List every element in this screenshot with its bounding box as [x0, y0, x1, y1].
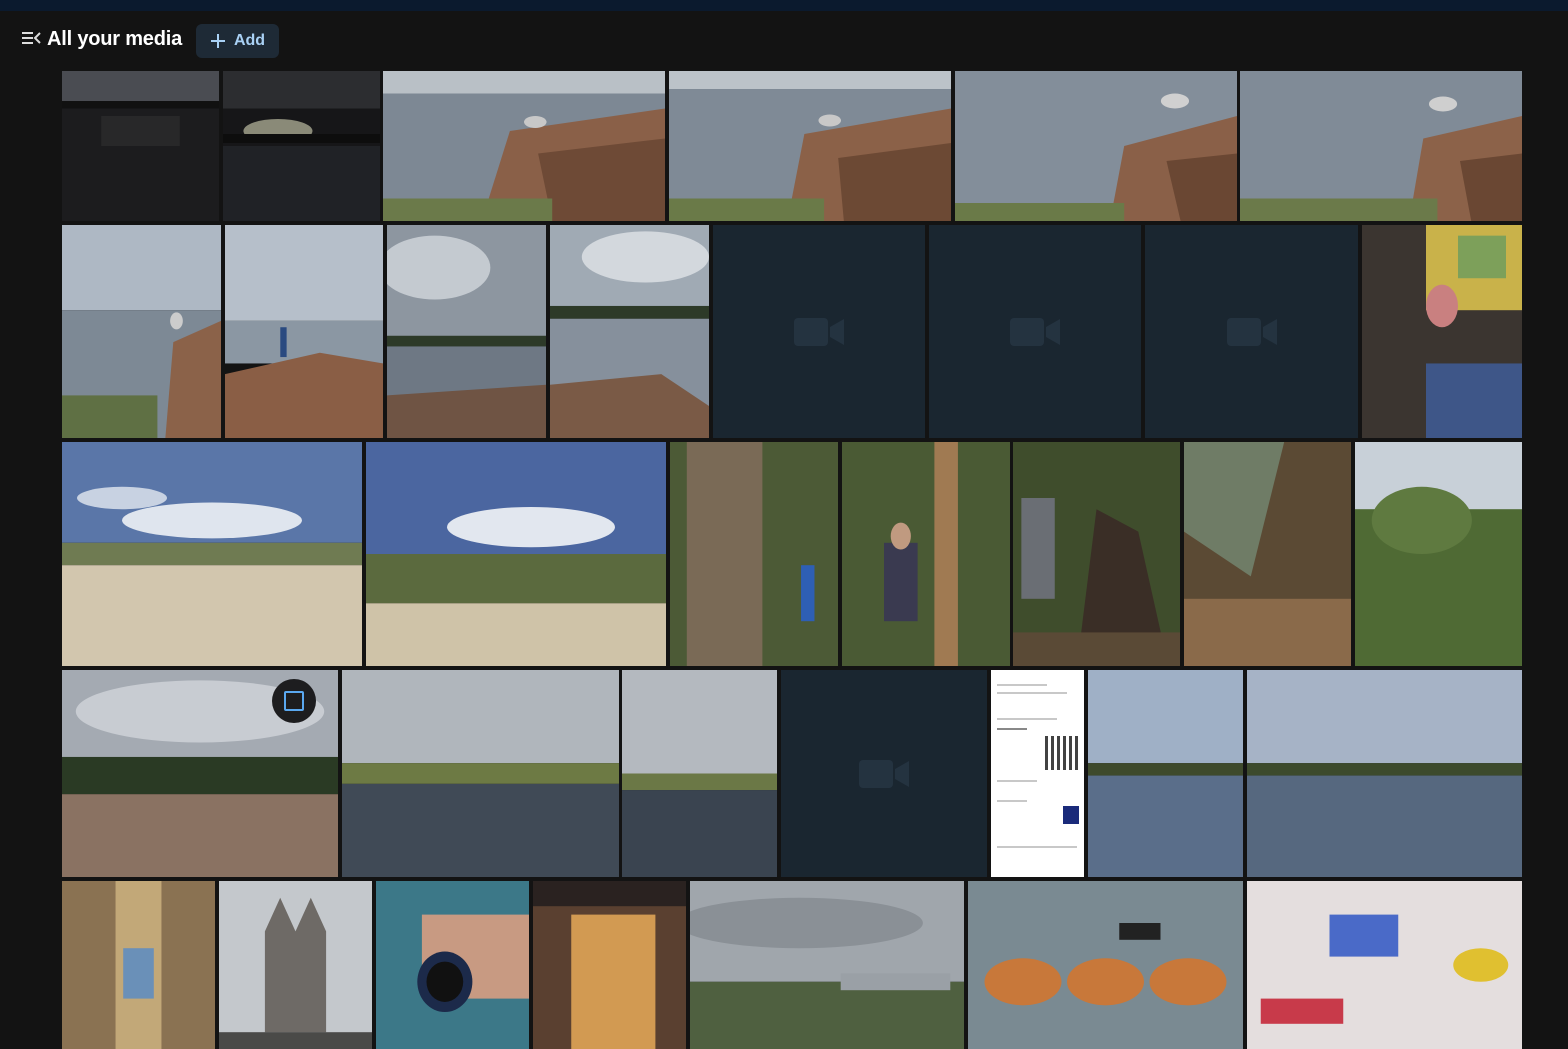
media-thumbnail-jungle[interactable] — [1355, 442, 1522, 666]
select-checkbox-icon[interactable] — [272, 679, 316, 723]
video-camera-icon — [1010, 317, 1060, 346]
media-thumbnail-fishing-2[interactable] — [669, 71, 951, 221]
add-media-button[interactable]: Add — [196, 24, 279, 58]
video-camera-icon — [794, 317, 844, 346]
video-thumbnail[interactable] — [1145, 225, 1358, 438]
media-thumbnail-boarding-pass-screenshot[interactable] — [991, 670, 1084, 877]
media-thumbnail-beach-2[interactable] — [366, 442, 666, 666]
media-thumbnail-cathedral-exterior[interactable] — [219, 881, 372, 1049]
media-thumbnail-fishing-4[interactable] — [1240, 71, 1522, 221]
plus-icon — [210, 34, 225, 48]
media-thumbnail-night-lake-1[interactable] — [62, 71, 219, 221]
media-thumbnail-forest-tree[interactable] — [670, 442, 838, 666]
media-thumbnail-beach-1[interactable] — [62, 442, 362, 666]
video-camera-icon — [1226, 317, 1277, 346]
media-thumbnail-mural-monkeys[interactable] — [968, 881, 1243, 1049]
media-thumbnail-fishing-5[interactable] — [62, 225, 221, 438]
media-thumbnail-night-lake-2[interactable] — [223, 71, 380, 221]
add-button-label: Add — [233, 32, 266, 49]
media-thumbnail-flooded-grass-1[interactable] — [342, 670, 619, 877]
media-thumbnail-fishing-3[interactable] — [955, 71, 1237, 221]
media-thumbnail-cloudy-lake-1[interactable] — [387, 225, 546, 438]
media-thumbnail-reflection-lake-2[interactable] — [1247, 670, 1522, 877]
media-header: All your media Add — [0, 24, 1568, 58]
media-thumbnail-coca-cola-can[interactable] — [533, 881, 686, 1049]
media-thumbnail-termite-mound[interactable] — [1013, 442, 1180, 666]
video-thumbnail[interactable] — [713, 225, 925, 438]
media-thumbnail-cathedral-interior[interactable] — [62, 881, 215, 1049]
video-thumbnail[interactable] — [929, 225, 1141, 438]
qr-code-icon — [1045, 736, 1079, 770]
media-thumbnail-fishing-1[interactable] — [383, 71, 665, 221]
media-thumbnail-palm-leaves[interactable] — [1184, 442, 1351, 666]
menu-collapse-icon[interactable] — [20, 27, 42, 49]
video-camera-icon — [859, 759, 909, 788]
media-thumbnail-flooded-grass-2[interactable] — [622, 670, 777, 877]
media-thumbnail-city-skyline[interactable] — [690, 881, 964, 1049]
video-thumbnail[interactable] — [781, 670, 987, 877]
media-thumbnail-boat-interior[interactable] — [1362, 225, 1522, 438]
media-thumbnail-reflection-lake-1[interactable] — [1088, 670, 1243, 877]
media-thumbnail-graffiti[interactable] — [1247, 881, 1522, 1049]
media-thumbnail-rocks-people[interactable] — [225, 225, 383, 438]
media-thumbnail-forest-group[interactable] — [842, 442, 1010, 666]
page-title: All your media — [47, 28, 183, 50]
media-thumbnail-cloudy-lake-2[interactable] — [550, 225, 709, 438]
media-thumbnail-wristwatch[interactable] — [376, 881, 529, 1049]
top-bar — [0, 0, 1568, 11]
